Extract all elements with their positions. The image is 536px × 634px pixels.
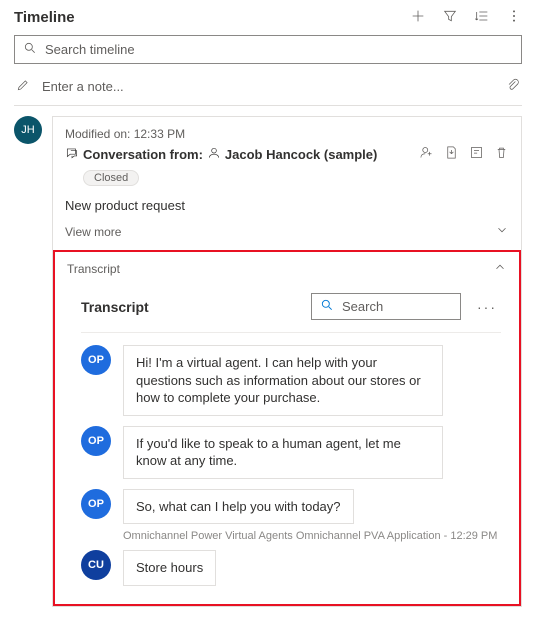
message-bubble: Hi! I'm a virtual agent. I can help with… — [123, 345, 443, 416]
conversation-title-line: Conversation from: Jacob Hancock (sample… — [65, 145, 509, 163]
more-icon[interactable] — [506, 8, 522, 27]
note-action-icon[interactable] — [469, 145, 484, 163]
note-row[interactable] — [14, 72, 522, 106]
pencil-icon — [16, 78, 30, 95]
chat-icon — [65, 146, 79, 163]
timeline-item: JH Modified on: 12:33 PM Conversation fr… — [14, 116, 522, 607]
transcript-section-label: Transcript — [67, 262, 120, 276]
transcript-body: Transcript ··· OP Hi! I'm a virtual agen… — [55, 285, 519, 604]
transcript-section-header[interactable]: Transcript — [55, 252, 519, 285]
search-timeline[interactable] — [14, 35, 522, 64]
transcript-message: OP Hi! I'm a virtual agent. I can help w… — [81, 345, 501, 416]
view-more-label: View more — [65, 225, 121, 239]
search-input[interactable] — [43, 41, 513, 58]
transcript-search-input[interactable] — [340, 298, 452, 315]
customer-avatar: CU — [81, 550, 111, 580]
agent-avatar: OP — [81, 345, 111, 375]
status-badge: Closed — [83, 170, 139, 186]
assign-icon[interactable] — [419, 145, 434, 163]
card-actions — [419, 145, 509, 163]
transcript-message: OP So, what can I help you with today? — [81, 489, 501, 525]
agent-avatar: OP — [81, 489, 111, 519]
message-bubble: So, what can I help you with today? — [123, 489, 354, 525]
export-icon[interactable] — [444, 145, 459, 163]
avatar: JH — [14, 116, 42, 144]
sort-icon[interactable] — [474, 8, 490, 27]
delete-icon[interactable] — [494, 145, 509, 163]
search-icon — [23, 41, 43, 58]
message-meta: Omnichannel Power Virtual Agents Omnicha… — [123, 530, 501, 542]
conversation-subject: New product request — [65, 198, 509, 213]
chevron-down-icon — [495, 223, 509, 240]
transcript-search[interactable] — [311, 293, 461, 320]
message-bubble: If you'd like to speak to a human agent,… — [123, 426, 443, 479]
transcript-message: CU Store hours — [81, 550, 501, 586]
conversation-from-label: Conversation from: — [83, 147, 203, 162]
transcript-toolbar: Transcript ··· — [81, 285, 501, 333]
conversation-card: Modified on: 12:33 PM Conversation from:… — [52, 116, 522, 607]
agent-avatar: OP — [81, 426, 111, 456]
person-icon — [207, 146, 221, 163]
page-title: Timeline — [14, 9, 75, 26]
add-icon[interactable] — [410, 8, 426, 27]
transcript-section: Transcript Transcript ··· OP Hi! I'm a v… — [53, 250, 521, 606]
transcript-more-icon[interactable]: ··· — [473, 299, 501, 315]
conversation-from-name: Jacob Hancock (sample) — [225, 147, 377, 162]
chevron-up-icon — [493, 260, 507, 277]
timeline-header: Timeline — [14, 8, 522, 27]
transcript-message: OP If you'd like to speak to a human age… — [81, 426, 501, 479]
header-actions — [410, 8, 522, 27]
message-bubble: Store hours — [123, 550, 216, 586]
attachment-icon[interactable] — [506, 78, 520, 95]
note-input[interactable] — [40, 78, 506, 95]
modified-label: Modified on: 12:33 PM — [65, 127, 509, 141]
filter-icon[interactable] — [442, 8, 458, 27]
search-icon — [320, 298, 340, 315]
view-more-link[interactable]: View more — [65, 223, 509, 240]
transcript-title: Transcript — [81, 299, 299, 315]
